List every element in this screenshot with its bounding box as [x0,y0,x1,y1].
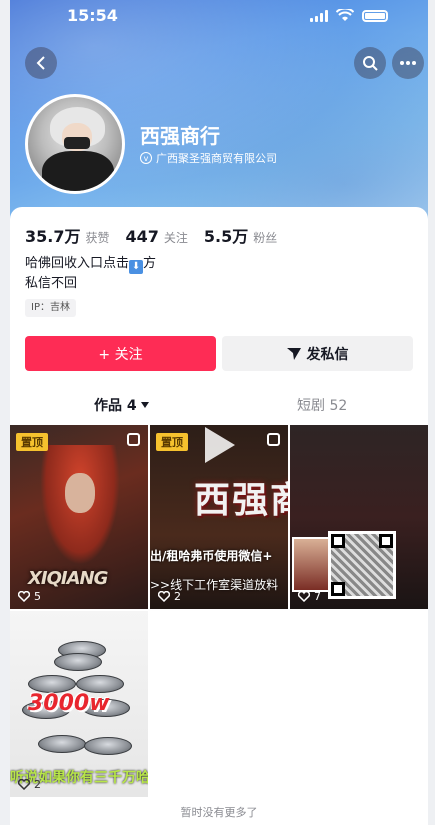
followers-count[interactable]: 5.5万 [204,223,248,247]
video-thumbnail-4[interactable]: 3000w 听说如果你有三千万哈佛 2 [10,611,148,797]
profile-name: 西强商行 [140,124,220,148]
profile-card: 35.7万 获赞 447 关注 5.5万 粉丝 哈佛回收入口点击 ⬇ 方 私信不回 … [10,207,428,825]
thumbnail-amount: 3000w [28,691,110,716]
thumbnail-subline: 出/租哈弗币使用微信+ [150,549,273,563]
more-dots-icon [400,61,416,65]
video-likes: 5 [18,590,41,603]
bio: 哈佛回收入口点击 ⬇ 方 私信不回 [25,254,156,294]
message-button-label: 发私信 [306,346,349,363]
play-icon[interactable] [205,427,235,463]
follow-button[interactable]: + 关注 [25,336,216,371]
video-likes-count: 5 [34,590,41,603]
heart-icon [18,779,30,790]
search-icon [363,56,378,71]
pinned-badge: 置顶 [156,433,188,451]
heart-icon [18,591,30,602]
chevron-left-icon [36,56,45,70]
thumbnail-portrait [292,537,330,592]
following-count[interactable]: 447 [126,227,159,246]
more-options-button[interactable] [392,47,424,79]
message-button[interactable]: 发私信 [222,336,413,371]
video-likes: 2 [18,778,41,791]
thumbnail-title: 西强商行 [194,480,288,521]
followers-label[interactable]: 粉丝 [253,229,277,246]
verification-company: 广西聚圣强商贸有限公司 [156,152,277,165]
ip-location-badge: IP：吉林 [25,299,76,317]
bio-line-2: 私信不回 [25,276,78,291]
wifi-icon [336,9,354,21]
video-likes-count: 7 [314,590,321,603]
content-tabs: 作品 4 短剧 52 [10,387,428,423]
bio-line-1: 哈佛回收入口点击 [25,256,130,271]
heart-icon [298,591,310,602]
avatar[interactable] [25,94,125,194]
phone-screen: 15:54 西强商行 v 广西聚圣强商贸有限公司 35.7万 获赞 447 关注… [10,0,428,825]
no-more-content-label: 暂时没有更多了 [180,806,258,819]
status-bar: 15:54 [10,4,428,26]
video-likes: 2 [158,590,181,603]
video-likes-count: 2 [174,590,181,603]
send-icon [286,347,301,360]
dropdown-triangle-icon [140,402,149,408]
cellular-signal-icon [310,9,328,22]
video-thumbnail-1[interactable]: XIQIANG 置顶 5 [10,425,148,609]
search-button[interactable] [354,47,386,79]
tab-works-label: 作品 4 [94,398,137,414]
likes-label[interactable]: 获赞 [85,229,109,246]
verification-label: v 广西聚圣强商贸有限公司 [140,150,277,166]
back-button[interactable] [25,47,57,79]
video-likes-count: 2 [34,778,41,791]
video-thumbnail-3[interactable]: 7 [290,425,428,609]
video-likes: 7 [298,590,321,603]
tab-short-dramas[interactable]: 短剧 52 [297,395,347,415]
down-arrow-icon: ⬇ [129,260,144,274]
likes-count[interactable]: 35.7万 [25,223,80,247]
thumbnail-overlay-text: XIQIANG [28,568,108,589]
qr-code [328,531,396,599]
following-label[interactable]: 关注 [164,229,188,246]
status-time: 15:54 [67,6,118,25]
multi-image-icon [127,433,140,446]
battery-icon [362,9,388,22]
bio-line-1-suffix: 方 [143,256,157,271]
verified-icon: v [140,152,152,164]
tab-works[interactable]: 作品 4 [94,395,149,415]
pinned-badge: 置顶 [16,433,48,451]
heart-icon [158,591,170,602]
profile-stats: 35.7万 获赞 447 关注 5.5万 粉丝 [25,223,293,247]
multi-image-icon [267,433,280,446]
